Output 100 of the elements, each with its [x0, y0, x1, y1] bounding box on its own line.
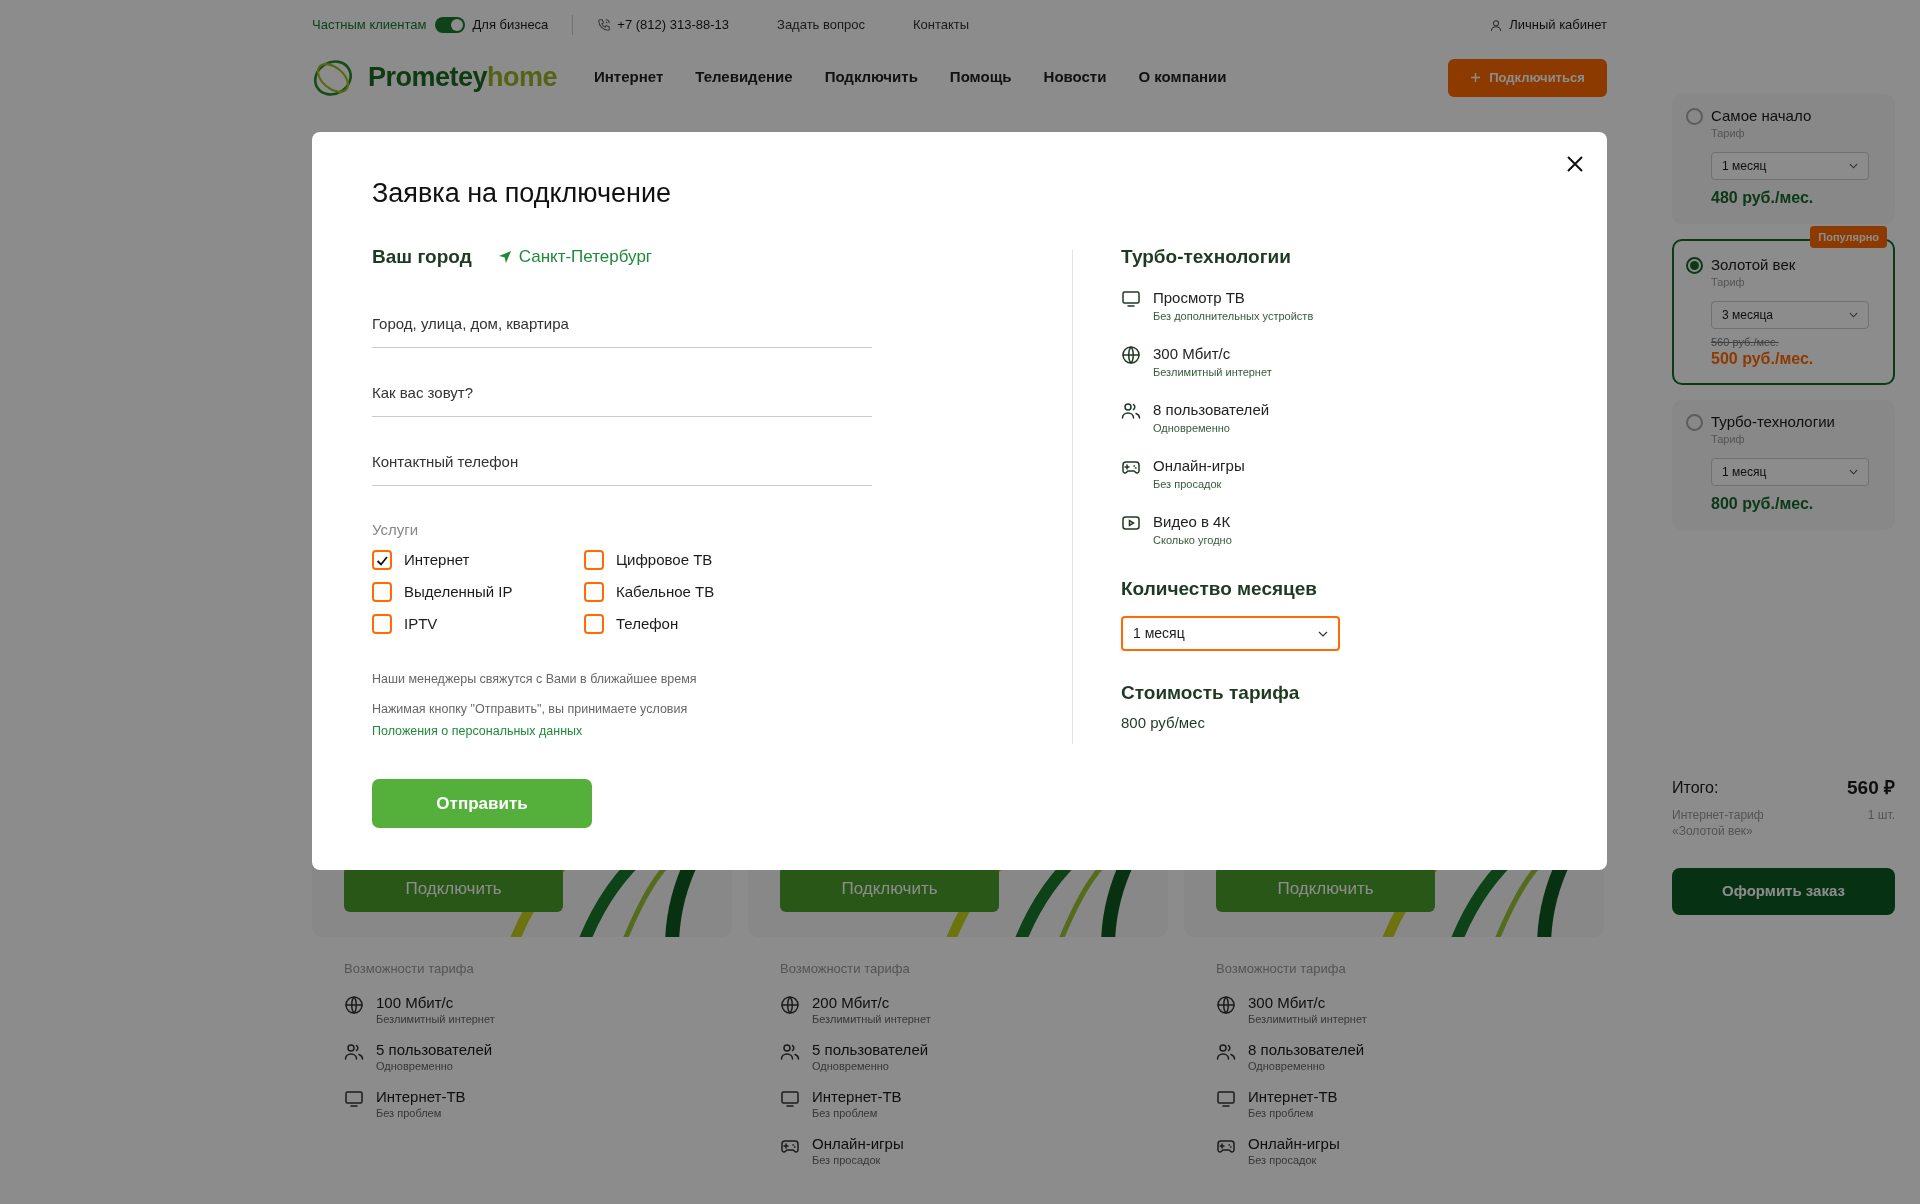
old-price: 560 руб./мес. — [1711, 335, 1780, 349]
globe-icon — [344, 994, 364, 1015]
total-label: Итого: — [1672, 778, 1719, 799]
feature-subtitle: Безлимитный интернет — [812, 1011, 931, 1026]
toggle-switch[interactable] — [434, 17, 465, 33]
monitor-icon — [780, 1088, 800, 1109]
globe-icon — [1216, 994, 1236, 1015]
users-icon — [1121, 401, 1141, 421]
feature-title: 300 Мбит/с — [1248, 993, 1327, 1012]
location-arrow-icon — [497, 250, 512, 264]
feature-title: Онлайн-игры — [812, 1134, 904, 1153]
popular-tag: Популярно — [1810, 226, 1887, 248]
nav-link[interactable]: О компании — [1138, 66, 1227, 89]
months-dropdown[interactable]: 1 месяц — [1121, 616, 1340, 651]
total-price: 560 ₽ — [1847, 776, 1895, 800]
checkbox[interactable] — [584, 614, 604, 634]
checkbox-label: Интернет — [404, 549, 470, 570]
period-dropdown[interactable]: 3 месяца — [1711, 301, 1869, 329]
feature-subtitle: Одновременно — [376, 1058, 454, 1073]
checkbox-label: Кабельное ТВ — [616, 581, 715, 602]
caret-icon — [1318, 630, 1328, 637]
feature-subtitle: Без проблем — [376, 1105, 443, 1120]
feature-title: Онлайн-игры — [1248, 1134, 1340, 1153]
checkbox[interactable] — [372, 614, 392, 634]
section-label: Возможности тарифа — [779, 960, 911, 978]
play-icon — [1121, 513, 1141, 533]
phone-icon — [597, 18, 612, 32]
radio-button[interactable] — [1686, 257, 1703, 274]
radio-button[interactable] — [1686, 414, 1703, 431]
section-label: Возможности тарифа — [1215, 960, 1347, 978]
checkbox[interactable] — [584, 582, 604, 602]
globe-icon — [1121, 345, 1141, 365]
checkbox[interactable] — [372, 582, 392, 602]
caret-icon — [1849, 469, 1858, 475]
section-title: Стоимость тарифа — [1121, 681, 1301, 705]
city-link[interactable]: Санкт-Петербург — [497, 244, 653, 270]
phone-link[interactable]: +7 (812) 313-88-13 — [617, 15, 730, 35]
plus-icon — [1470, 72, 1482, 83]
top-link[interactable]: Контакты — [913, 15, 970, 35]
order-item: Интернет-тариф «Золотой век» — [1672, 806, 1765, 839]
radio-button[interactable] — [1686, 108, 1703, 125]
caret-icon — [1849, 163, 1858, 169]
section-title: Турбо-технологии — [1121, 245, 1292, 269]
checkbox-label: Выделенный IP — [404, 581, 513, 602]
checkbox[interactable] — [584, 550, 604, 570]
nav-link[interactable]: Помощь — [949, 66, 1012, 89]
tariff-cost: 800 руб/мес — [1121, 713, 1206, 733]
feature-title: Видео в 4К — [1153, 512, 1232, 532]
feature-title: Интернет-ТВ — [1248, 1087, 1338, 1106]
feature-title: Онлайн-игры — [1153, 456, 1245, 476]
order-button[interactable]: Оформить заказ — [1672, 867, 1895, 915]
section-label: Возможности тарифа — [343, 960, 475, 978]
feature-subtitle: Безлимитный интернет — [1248, 1011, 1367, 1026]
tariff-price: 480 руб./мес. — [1711, 188, 1815, 208]
consent-text: Нажимая кнопку "Отправить", вы принимаете условия — [372, 701, 689, 718]
tariff-name: Золотой век — [1711, 255, 1797, 275]
feature-subtitle: Одновременно — [812, 1058, 890, 1073]
feature-title: 300 Мбит/с — [1153, 344, 1232, 364]
feature-title: Интернет-ТВ — [376, 1087, 466, 1106]
feature-subtitle: Одновременно — [1153, 421, 1231, 436]
checkbox-label: Телефон — [616, 613, 679, 634]
users-icon — [780, 1041, 800, 1062]
feature-title: Интернет-ТВ — [812, 1087, 902, 1106]
segment-label[interactable]: Частным клиентам — [312, 15, 427, 35]
period-dropdown[interactable]: 1 месяц — [1711, 152, 1869, 180]
city-label: Ваш город — [372, 245, 472, 269]
feature-title: 200 Мбит/с — [812, 993, 891, 1012]
monitor-icon — [344, 1088, 364, 1109]
feature-subtitle: Без проблем — [812, 1105, 879, 1120]
feature-subtitle: Без просадок — [1248, 1152, 1318, 1167]
tariff-price: 800 руб./мес. — [1711, 494, 1815, 514]
feature-title: 8 пользователей — [1153, 400, 1270, 420]
section-title: Количество месяцев — [1121, 577, 1318, 601]
nav-link[interactable]: Подключить — [824, 66, 918, 89]
account-link[interactable]: Личный кабинет — [1509, 15, 1607, 35]
checkbox-label: Цифровое ТВ — [616, 549, 713, 570]
feature-subtitle: Сколько угодно — [1153, 533, 1232, 548]
feature-title: 5 пользователей — [812, 1040, 929, 1059]
user-icon — [1490, 18, 1503, 32]
segment-label[interactable]: Для бизнеса — [472, 15, 549, 35]
feature-title: Просмотр ТВ — [1153, 288, 1246, 308]
tariff-name: Самое начало — [1711, 106, 1813, 126]
feature-title: 8 пользователей — [1248, 1040, 1365, 1059]
caret-icon — [1849, 312, 1858, 318]
privacy-link[interactable]: Положения о персональных данных — [372, 722, 583, 740]
globe-icon — [780, 994, 800, 1015]
feature-subtitle: Без проблем — [1248, 1105, 1315, 1120]
period-dropdown[interactable]: 1 месяц — [1711, 458, 1869, 486]
feature-title: 100 Мбит/с — [376, 993, 455, 1012]
top-link[interactable]: Задать вопрос — [777, 15, 865, 35]
users-icon — [1216, 1041, 1236, 1062]
checkbox-label: IPTV — [404, 613, 438, 634]
section-label: Услуги — [372, 520, 420, 540]
checkbox[interactable] — [372, 550, 392, 570]
nav-link[interactable]: Телевидение — [695, 66, 793, 89]
tariff-name: Турбо-технологии — [1711, 412, 1836, 432]
logo[interactable]: Prometeyhome — [312, 52, 557, 103]
note-text: Наши менеджеры свяжутся с Вами в ближайшее время — [372, 671, 698, 688]
nav-link[interactable]: Новости — [1043, 66, 1107, 89]
nav-link[interactable]: Интернет — [594, 66, 664, 89]
